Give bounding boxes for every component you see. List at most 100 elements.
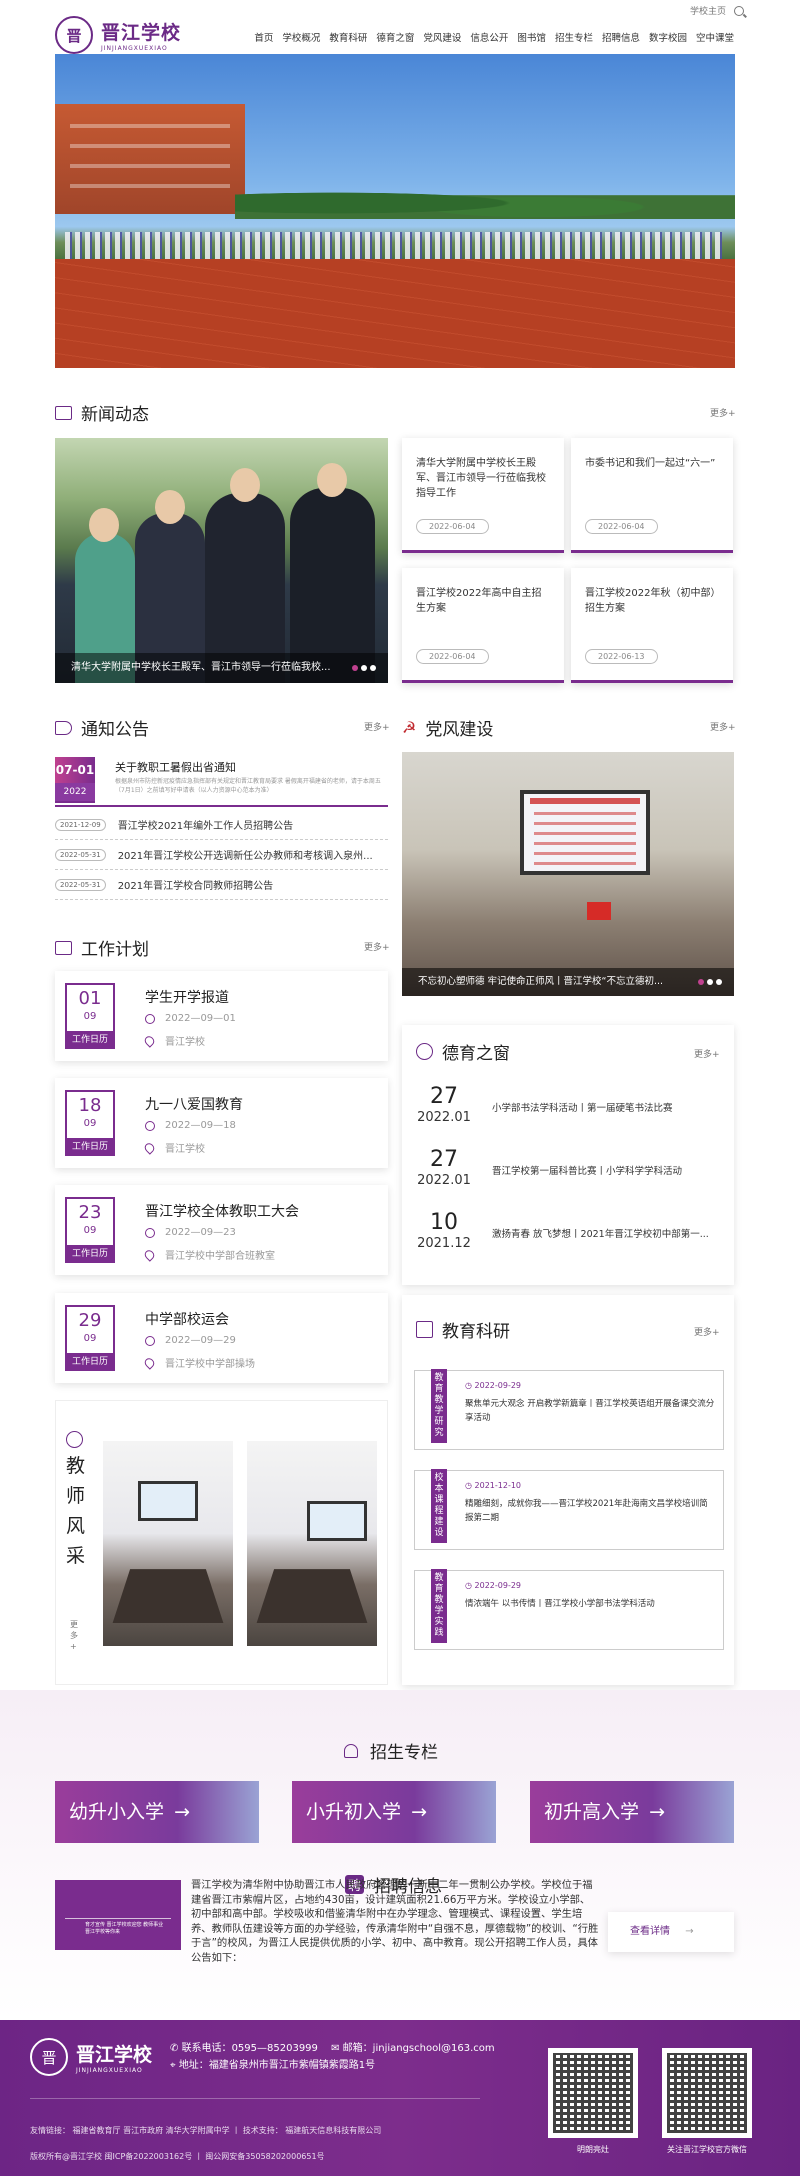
plan-more-link[interactable]: 更多+ [364,940,390,953]
news-slider-dots[interactable] [352,665,376,671]
news-card[interactable]: 市委书记和我们一起过“六一” 2022-06-04 [571,438,733,553]
plan-title-text[interactable]: 晋江学校全体教职工大会 [145,1201,299,1221]
footer-contact: ✆ 联系电话：0595—85203999 ✉ 邮箱：jinjiangschool… [170,2040,495,2074]
footer-logo[interactable]: 晋 晋江学校 JINJIANGXUEXIAO [30,2038,152,2076]
notice-row[interactable]: 2022-05-31 2021年晋江学校合同教师招聘公告 [55,870,388,900]
nav-item-recruit[interactable]: 招聘信息 [602,30,640,44]
party-caption[interactable]: 不忘初心塑师德 牢记使命正师风丨晋江学校“不忘立德初... [402,968,734,996]
nav-item-overview[interactable]: 学校概况 [282,30,320,44]
plan-day: 23 [78,1202,102,1223]
research-item-title[interactable]: 精雕细刻，成就你我——晋江学校2021年赴海南文昌学校培训简报第二期 [465,1497,715,1525]
nav-item-research[interactable]: 教育科研 [329,30,367,44]
research-section: 教育科研 更多+ 教育教学研究 ◷ 2022-09-29 聚焦单元大观念 开启教… [402,1295,734,1685]
news-caption-text[interactable]: 清华大学附属中学校长王殿军、晋江市领导一行莅临我校... [71,662,331,673]
plan-date-text: 2022—09—18 [165,1120,236,1131]
plan-card[interactable]: 01 09 工作日历 学生开学报道 2022—09—01 晋江学校 [55,971,388,1061]
nav-item-moral[interactable]: 德育之窗 [376,30,414,44]
news-card[interactable]: 清华大学附属中学校长王殿军、晋江市领导一行莅临我校指导工作 2022-06-04 [402,438,564,553]
hero-banner[interactable] [55,54,735,368]
nav-item-party[interactable]: 党风建设 [423,30,461,44]
mail-icon: ✉ [331,2043,343,2054]
plan-date-text: 2022—09—01 [165,1013,236,1024]
plan-card[interactable]: 23 09 工作日历 晋江学校全体教职工大会 2022—09—23 晋江学校中学… [55,1185,388,1275]
news-more-link[interactable]: 更多+ [710,406,736,419]
admission-primary-button[interactable]: 小升初入学 → [292,1781,496,1843]
party-caption-text[interactable]: 不忘初心塑师德 牢记使命正师风丨晋江学校“不忘立德初... [418,976,663,987]
moral-item-title[interactable]: 晋江学校第一届科普比赛丨小学科学学科活动 [492,1163,722,1177]
notice-featured-title[interactable]: 关于教职工暑假出省通知 [115,759,236,775]
recruit-more-label: 查看详情 [630,1926,670,1937]
notice-featured[interactable]: 07-01 2022 关于教职工暑假出省通知 根据泉州市防控新冠疫情应急指挥部有… [55,757,388,807]
news-featured-image[interactable]: 清华大学附属中学校长王殿军、晋江市领导一行莅临我校... [55,438,388,683]
nav-item-admission[interactable]: 招生专栏 [555,30,593,44]
clock-icon [145,1120,155,1131]
moral-item[interactable]: 27 2022.01 小学部书法学科活动丨第一届硬笔书法比赛 [402,1080,734,1142]
moral-more-link[interactable]: 更多+ [694,1047,720,1060]
admission-button-label: 小升初入学 [306,1801,402,1823]
plan-title: 工作计划 [81,940,149,960]
nav-item-home[interactable]: 首页 [254,30,273,44]
plan-place-text: 晋江学校中学部操场 [165,1359,255,1370]
news-card-title[interactable]: 晋江学校2022年秋（初中部）招生方案 [585,586,719,634]
admission-junior-button[interactable]: 初升高入学 → [530,1781,734,1843]
news-featured-caption[interactable]: 清华大学附属中学校长王殿军、晋江市领导一行莅临我校... [55,653,388,683]
moral-item[interactable]: 10 2021.12 激扬青春 放飞梦想丨2021年晋江学校初中部第一... [402,1206,734,1268]
news-card-title[interactable]: 晋江学校2022年高中自主招生方案 [416,586,550,634]
recruit-image[interactable]: 育才宣传 晋江学校欢迎您 教师事业 晋江学校等你来 [55,1880,181,1950]
research-item-title[interactable]: 聚焦单元大观念 开启教学新篇章丨晋江学校英语组开展备课交流分享活动 [465,1397,715,1425]
plan-title-text[interactable]: 中学部校运会 [145,1309,229,1329]
party-more-link[interactable]: 更多+ [710,720,736,733]
notice-row[interactable]: 2022-05-31 2021年晋江学校公开选调新任公办教师和考核调入泉州... [55,840,388,870]
plan-day: 18 [78,1095,102,1116]
research-item[interactable]: 教育教学实践 ◷ 2022-09-29 情浓端午 以书传情丨晋江学校小学部书法学… [414,1569,724,1650]
teacher-photo[interactable] [103,1441,233,1646]
banner-students [65,232,725,260]
nav-item-library[interactable]: 图书馆 [517,30,546,44]
notice-row[interactable]: 2021-12-09 晋江学校2021年编外工作人员招聘公告 [55,810,388,840]
moral-item-title[interactable]: 小学部书法学科活动丨第一届硬笔书法比赛 [492,1100,722,1114]
news-card-date: 2022-06-13 [585,649,658,664]
teacher-more-link[interactable]: 更多+ [70,1619,80,1652]
research-item[interactable]: 教育教学研究 ◷ 2022-09-29 聚焦单元大观念 开启教学新篇章丨晋江学校… [414,1369,724,1450]
news-card[interactable]: 晋江学校2022年秋（初中部）招生方案 2022-06-13 [571,568,733,683]
home-link[interactable]: 学校主页 [690,4,726,17]
plan-title-text[interactable]: 九一八爱国教育 [145,1094,243,1114]
location-pin-icon [142,1140,157,1155]
footer-links[interactable]: 友情链接： 福建省教育厅 晋江市政府 清华大学附属中学 丨 技术支持： 福建航天… [30,2125,381,2136]
teacher-photo[interactable] [247,1441,377,1646]
moral-item[interactable]: 27 2022.01 晋江学校第一届科普比赛丨小学科学学科活动 [402,1143,734,1205]
notice-more-link[interactable]: 更多+ [364,720,390,733]
nav-item-online-class[interactable]: 空中课堂 [696,30,734,44]
news-card[interactable]: 晋江学校2022年高中自主招生方案 2022-06-04 [402,568,564,683]
party-slider-dots[interactable] [698,979,722,985]
recruit-more-button[interactable]: 查看详情 → [608,1912,734,1952]
notice-row-title[interactable]: 2021年晋江学校合同教师招聘公告 [118,877,378,892]
research-item-title[interactable]: 情浓端午 以书传情丨晋江学校小学部书法学科活动 [465,1597,715,1611]
footer-seal-icon: 晋 [30,2038,68,2076]
site-footer: 晋 晋江学校 JINJIANGXUEXIAO ✆ 联系电话：0595—85203… [0,2020,800,2176]
research-more-link[interactable]: 更多+ [694,1325,720,1338]
phone-value: 0595—85203999 [231,2043,318,2054]
plan-card[interactable]: 18 09 工作日历 九一八爱国教育 2022—09—18 晋江学校 [55,1078,388,1168]
admission-kindergarten-button[interactable]: 幼升小入学 → [55,1781,259,1843]
notice-row-title[interactable]: 2021年晋江学校公开选调新任公办教师和考核调入泉州... [118,847,378,862]
research-item[interactable]: 校本课程建设 ◷ 2021-12-10 精雕细刻，成就你我——晋江学校2021年… [414,1469,724,1550]
plan-title-text[interactable]: 学生开学报道 [145,987,229,1007]
plan-card[interactable]: 29 09 工作日历 中学部校运会 2022—09—29 晋江学校中学部操场 [55,1293,388,1383]
research-date: ◷ 2021-12-10 [465,1481,522,1490]
email-label: 邮箱： [342,2043,373,2054]
notice-row-title[interactable]: 晋江学校2021年编外工作人员招聘公告 [118,817,378,832]
party-featured-image[interactable]: 不忘初心塑师德 牢记使命正师风丨晋江学校“不忘立德初... [402,752,734,996]
news-card-title[interactable]: 清华大学附属中学校长王殿军、晋江市领导一行莅临我校指导工作 [416,456,550,504]
moral-item-title[interactable]: 激扬青春 放飞梦想丨2021年晋江学校初中部第一... [492,1226,722,1240]
school-logo[interactable]: 晋 晋江学校 JINJIANGXUEXIAO [55,16,181,54]
news-card-title[interactable]: 市委书记和我们一起过“六一” [585,456,719,504]
search-icon[interactable] [734,5,744,16]
plan-month: 09 [83,1225,97,1236]
nav-item-digital[interactable]: 数字校园 [649,30,687,44]
notice-date-badge: 07-01 2022 [55,757,95,803]
moral-badge-icon [416,1043,433,1060]
admission-section-title: 招生专栏 [344,1738,438,1763]
nav-item-disclosure[interactable]: 信息公开 [470,30,508,44]
email-value[interactable]: jinjiangschool@163.com [373,2043,495,2054]
